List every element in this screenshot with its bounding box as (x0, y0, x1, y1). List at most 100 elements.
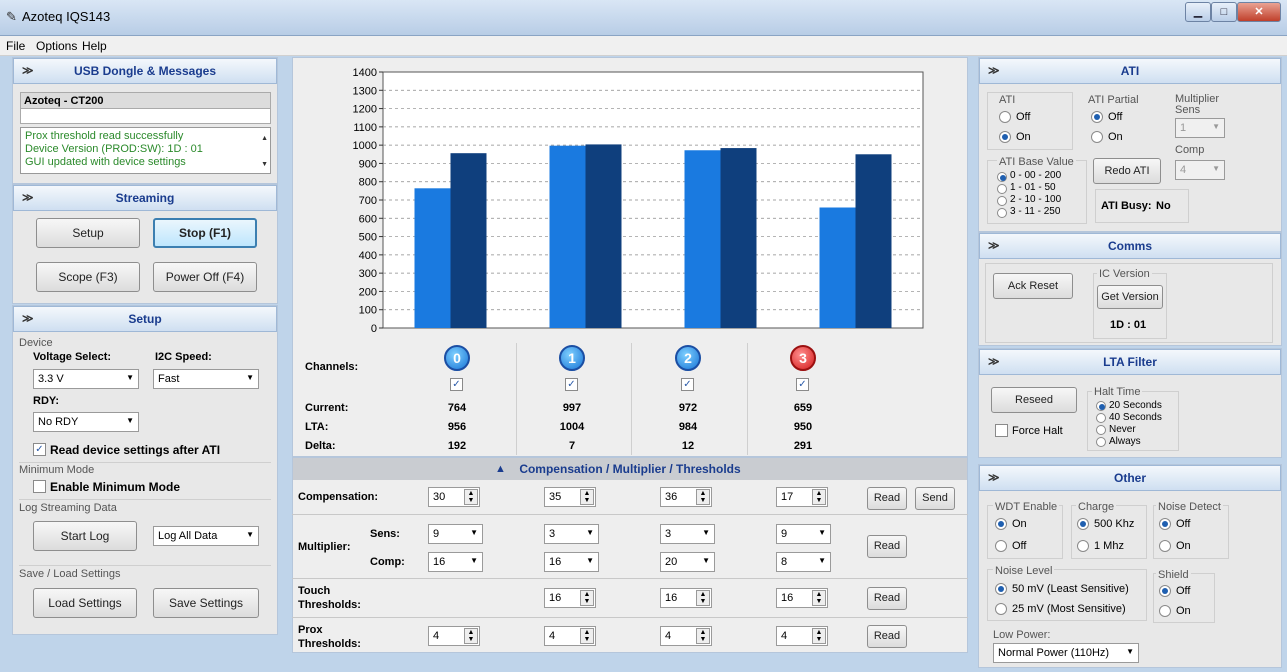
spin-arrows-icon[interactable]: ▲ ▼ (580, 489, 594, 505)
halt-20s-radio[interactable] (1096, 401, 1106, 411)
cmt-header[interactable]: ▲ Compensation / Multiplier / Thresholds (293, 458, 967, 480)
prox-0-spinner[interactable]: 4 ▲ ▼ (428, 626, 480, 646)
spin-arrows-icon[interactable]: ▲ ▼ (812, 590, 826, 606)
menu-help[interactable]: Help (82, 39, 107, 53)
sens-2-select[interactable]: 3 ▼ (660, 524, 715, 544)
channel-3-checkbox[interactable]: ✓ (796, 378, 809, 391)
close-button[interactable]: ✕ (1237, 2, 1281, 22)
rdy-select[interactable]: No RDY ▼ (33, 412, 139, 432)
touch-2-spinner[interactable]: 16 ▲ ▼ (660, 588, 712, 608)
noise-50mv-radio[interactable] (995, 583, 1007, 595)
ati-partial-off-radio[interactable] (1091, 111, 1103, 123)
prox-2-spinner[interactable]: 4 ▲ ▼ (660, 626, 712, 646)
usb-header[interactable]: ≫ USB Dongle & Messages (13, 58, 277, 84)
prox-1-spinner[interactable]: 4 ▲ ▼ (544, 626, 596, 646)
ati-off-radio[interactable] (999, 111, 1011, 123)
prox-3-spinner[interactable]: 4 ▲ ▼ (776, 626, 828, 646)
halt-40s-radio[interactable] (1096, 413, 1106, 423)
ati-base-0-radio[interactable] (997, 172, 1007, 182)
mult-sens-select[interactable]: 1 ▼ (1175, 118, 1225, 138)
lta-header[interactable]: ≫ LTA Filter (979, 349, 1281, 375)
wdt-off-radio[interactable] (995, 540, 1007, 552)
read-after-ati-checkbox[interactable]: ✓ (33, 443, 46, 456)
other-header[interactable]: ≫ Other (979, 465, 1281, 491)
spin-arrows-icon[interactable]: ▲ ▼ (696, 489, 710, 505)
voltage-select[interactable]: 3.3 V ▼ (33, 369, 139, 389)
charge-500k-radio[interactable] (1077, 518, 1089, 530)
ati-base-2-radio[interactable] (997, 196, 1007, 206)
message-log[interactable]: Prox threshold read successfully Device … (20, 127, 271, 174)
maximize-button[interactable]: □ (1211, 2, 1237, 22)
shield-on-radio[interactable] (1159, 605, 1171, 617)
wdt-on-radio[interactable] (995, 518, 1007, 530)
compensation-1-spinner[interactable]: 35 ▲ ▼ (544, 487, 596, 507)
compensation-read-button[interactable]: Read (867, 487, 907, 510)
streaming-header[interactable]: ≫ Streaming (13, 185, 277, 211)
power-off-button[interactable]: Power Off (F4) (153, 262, 257, 292)
comp-2-select[interactable]: 20 ▼ (660, 552, 715, 572)
sens-1-select[interactable]: 3 ▼ (544, 524, 599, 544)
force-halt-checkbox[interactable] (995, 424, 1008, 437)
multiplier-read-button[interactable]: Read (867, 535, 907, 558)
spin-arrows-icon[interactable]: ▲ ▼ (464, 628, 478, 644)
minimize-button[interactable]: ▁ (1185, 2, 1211, 22)
spin-arrows-icon[interactable]: ▲ ▼ (580, 590, 594, 606)
ati-base-3-radio[interactable] (997, 208, 1007, 218)
comp-0-select[interactable]: 16 ▼ (428, 552, 483, 572)
touch-3-spinner[interactable]: 16 ▲ ▼ (776, 588, 828, 608)
compensation-3-spinner[interactable]: 17 ▲ ▼ (776, 487, 828, 507)
spin-arrows-icon[interactable]: ▲ ▼ (464, 489, 478, 505)
log-option-select[interactable]: Log All Data ▼ (153, 526, 259, 546)
comms-header[interactable]: ≫ Comms (979, 233, 1281, 259)
spin-arrows-icon[interactable]: ▲ ▼ (580, 628, 594, 644)
ati-base-1-radio[interactable] (997, 184, 1007, 194)
channel-2-checkbox[interactable]: ✓ (681, 378, 694, 391)
i2c-speed-select[interactable]: Fast ▼ (153, 369, 259, 389)
ati-on-radio[interactable] (999, 131, 1011, 143)
halt-never-radio[interactable] (1096, 425, 1106, 435)
enable-min-mode-checkbox[interactable] (33, 480, 46, 493)
get-version-button[interactable]: Get Version (1097, 285, 1163, 309)
compensation-send-button[interactable]: Send (915, 487, 955, 510)
spin-arrows-icon[interactable]: ▲ ▼ (812, 489, 826, 505)
shield-off-radio[interactable] (1159, 585, 1171, 597)
comp-3-select[interactable]: 8 ▼ (776, 552, 831, 572)
compensation-0-spinner[interactable]: 30 ▲ ▼ (428, 487, 480, 507)
scroll-up-icon[interactable]: ▲ (261, 132, 268, 145)
comp-1-select[interactable]: 16 ▼ (544, 552, 599, 572)
load-settings-button[interactable]: Load Settings (33, 588, 137, 618)
setup-button[interactable]: Setup (36, 218, 140, 248)
ati-comp-select[interactable]: 4 ▼ (1175, 160, 1225, 180)
ack-reset-button[interactable]: Ack Reset (993, 273, 1073, 299)
start-log-button[interactable]: Start Log (33, 521, 137, 551)
sens-3-select[interactable]: 9 ▼ (776, 524, 831, 544)
spin-arrows-icon[interactable]: ▲ ▼ (696, 628, 710, 644)
channel-1-checkbox[interactable]: ✓ (565, 378, 578, 391)
menu-options[interactable]: Options (36, 39, 77, 53)
redo-ati-button[interactable]: Redo ATI (1093, 158, 1161, 184)
noise-detect-on-radio[interactable] (1159, 540, 1171, 552)
reseed-button[interactable]: Reseed (991, 387, 1077, 413)
menu-file[interactable]: File (6, 39, 25, 53)
compensation-2-spinner[interactable]: 36 ▲ ▼ (660, 487, 712, 507)
sens-0-select[interactable]: 9 ▼ (428, 524, 483, 544)
spin-arrows-icon[interactable]: ▲ ▼ (696, 590, 710, 606)
scroll-down-icon[interactable]: ▼ (261, 158, 268, 171)
setup-header[interactable]: ≫ Setup (13, 306, 277, 332)
halt-always-radio[interactable] (1096, 437, 1106, 447)
prox-read-button[interactable]: Read (867, 625, 907, 648)
save-settings-button[interactable]: Save Settings (153, 588, 259, 618)
ati-partial-on-radio[interactable] (1091, 131, 1103, 143)
collapse-up-icon[interactable]: ▲ (495, 458, 506, 480)
channel-0-checkbox[interactable]: ✓ (450, 378, 463, 391)
spin-arrows-icon[interactable]: ▲ ▼ (812, 628, 826, 644)
charge-1m-radio[interactable] (1077, 540, 1089, 552)
noise-25mv-radio[interactable] (995, 603, 1007, 615)
low-power-select[interactable]: Normal Power (110Hz) ▼ (993, 643, 1139, 663)
touch-read-button[interactable]: Read (867, 587, 907, 610)
stop-button[interactable]: Stop (F1) (153, 218, 257, 248)
touch-1-spinner[interactable]: 16 ▲ ▼ (544, 588, 596, 608)
scope-button[interactable]: Scope (F3) (36, 262, 140, 292)
ati-header[interactable]: ≫ ATI (979, 58, 1281, 84)
noise-detect-off-radio[interactable] (1159, 518, 1171, 530)
